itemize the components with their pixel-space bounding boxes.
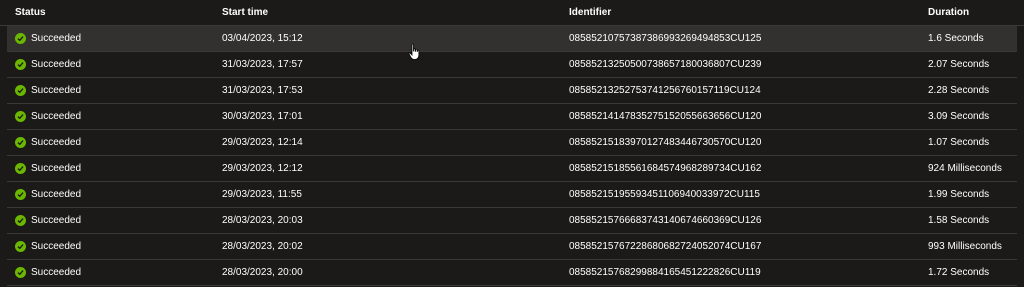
check-circle-icon [15,163,26,174]
status-cell: Succeeded [15,156,81,181]
status-cell: Succeeded [15,260,81,285]
table-row[interactable]: Succeeded 29/03/2023, 11:55 08585215195593… [7,182,1017,208]
start-time-cell: 29/03/2023, 12:14 [222,137,303,148]
status-cell: Succeeded [15,78,81,103]
status-label: Succeeded [31,241,82,252]
identifier-cell: 08585215195593451106940033972CU115 [569,189,760,200]
status-cell: Succeeded [15,234,81,259]
status-cell: Succeeded [15,182,81,207]
duration-cell: 1.07 Seconds [928,137,990,148]
start-time-cell: 03/04/2023, 15:12 [222,33,303,44]
column-header-duration[interactable]: Duration [928,0,969,25]
status-label: Succeeded [31,85,82,96]
duration-cell: 993 Milliseconds [928,241,1002,252]
identifier-cell: 08585213252753741256760157119CU124 [569,85,761,96]
duration-cell: 1.58 Seconds [928,215,990,226]
table-row[interactable]: Succeeded 28/03/2023, 20:02 08585215767228… [7,234,1017,260]
duration-cell: 3.09 Seconds [928,111,990,122]
status-label: Succeeded [31,33,82,44]
table-row[interactable]: Succeeded 30/03/2023, 17:01 08585214147835… [7,104,1017,130]
identifier-cell: 08585215185561684574968289734CU162 [569,163,762,174]
identifier-cell: 08585215767228680682724052074CU167 [569,241,762,252]
duration-cell: 2.28 Seconds [928,85,990,96]
identifier-cell: 08585213250500738657180036807CU239 [569,59,762,70]
status-label: Succeeded [31,111,82,122]
status-label: Succeeded [31,163,82,174]
start-time-cell: 29/03/2023, 11:55 [222,189,302,200]
status-label: Succeeded [31,189,82,200]
check-circle-icon [15,137,26,148]
table-row[interactable]: Succeeded 29/03/2023, 12:14 08585215183970… [7,130,1017,156]
status-label: Succeeded [31,59,82,70]
identifier-cell: 08585214147835275152055663656CU120 [569,111,762,122]
identifier-cell: 08585215183970127483446730570CU120 [569,137,762,148]
status-cell: Succeeded [15,130,81,155]
start-time-cell: 31/03/2023, 17:53 [222,85,303,96]
duration-cell: 1.99 Seconds [928,189,990,200]
start-time-cell: 29/03/2023, 12:12 [222,163,303,174]
check-circle-icon [15,33,26,44]
status-cell: Succeeded [15,104,81,129]
run-history-table: Status Start time Identifier Duration Su… [0,0,1024,287]
start-time-cell: 30/03/2023, 17:01 [222,111,303,122]
duration-cell: 2.07 Seconds [928,59,990,70]
check-circle-icon [15,85,26,96]
table-row[interactable]: Succeeded 31/03/2023, 17:57 08585213250500… [7,52,1017,78]
status-label: Succeeded [31,137,82,148]
column-header-identifier[interactable]: Identifier [569,0,611,25]
identifier-cell: 08585210757387386993269494853CU125 [569,33,762,44]
start-time-cell: 28/03/2023, 20:03 [222,215,303,226]
column-header-start-time[interactable]: Start time [222,0,268,25]
table-row[interactable]: Succeeded 29/03/2023, 12:12 08585215185561… [7,156,1017,182]
start-time-cell: 28/03/2023, 20:00 [222,267,303,278]
table-row[interactable]: Succeeded 03/04/2023, 15:12 08585210757387… [7,26,1017,52]
table-row[interactable]: Succeeded 28/03/2023, 20:03 08585215766683… [7,208,1017,234]
identifier-cell: 08585215768299884165451222826CU119 [569,267,761,278]
check-circle-icon [15,59,26,70]
start-time-cell: 28/03/2023, 20:02 [222,241,303,252]
start-time-cell: 31/03/2023, 17:57 [222,59,303,70]
identifier-cell: 08585215766683743140674660369CU126 [569,215,762,226]
check-circle-icon [15,241,26,252]
duration-cell: 1.6 Seconds [928,33,984,44]
check-circle-icon [15,215,26,226]
column-header-status[interactable]: Status [15,0,46,25]
check-circle-icon [15,267,26,278]
status-cell: Succeeded [15,52,81,77]
table-row[interactable]: Succeeded 28/03/2023, 20:00 08585215768299… [7,260,1017,286]
duration-cell: 1.72 Seconds [928,267,990,278]
status-label: Succeeded [31,267,82,278]
status-cell: Succeeded [15,208,81,233]
check-circle-icon [15,111,26,122]
status-label: Succeeded [31,215,82,226]
table-header: Status Start time Identifier Duration [0,0,1024,26]
check-circle-icon [15,189,26,200]
table-body: Succeeded 03/04/2023, 15:12 08585210757387… [0,26,1024,286]
table-row[interactable]: Succeeded 31/03/2023, 17:53 08585213252753… [7,78,1017,104]
duration-cell: 924 Milliseconds [928,163,1002,174]
status-cell: Succeeded [15,26,81,51]
